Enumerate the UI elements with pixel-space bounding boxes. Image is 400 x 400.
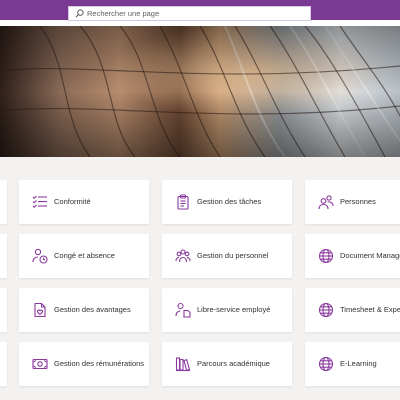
suite-bar — [0, 0, 400, 26]
person-clock-icon — [32, 248, 48, 264]
checklist-icon — [32, 195, 47, 208]
tile-gestion-des-taches[interactable]: Gestion des tâches — [162, 180, 292, 224]
tile-label: Libre-service employé — [197, 305, 271, 314]
search-icon — [75, 9, 84, 18]
tile-label: Gestion des tâches — [197, 197, 262, 206]
tile-label: Gestion du personnel — [197, 251, 269, 260]
search-input[interactable] — [84, 9, 287, 18]
people-group-icon — [175, 249, 191, 263]
tile-parcours-academique[interactable]: Parcours académique — [162, 342, 292, 386]
hero-banner — [0, 26, 400, 157]
person-document-icon — [175, 302, 191, 318]
tile-label: E-Learning — [340, 359, 377, 368]
tile-libre-service-employe[interactable]: Libre-service employé — [162, 288, 292, 332]
tile-conge-et-absence[interactable]: Congé et absence — [19, 234, 149, 278]
globe-icon — [318, 302, 334, 318]
tile-partial-left — [0, 288, 7, 332]
tile-document-management[interactable]: Document Managem — [305, 234, 400, 278]
globe-icon — [318, 356, 334, 372]
tile-gestion-des-avantages[interactable]: Gestion des avantages — [19, 288, 149, 332]
tile-e-learning[interactable]: E-Learning — [305, 342, 400, 386]
tile-label: Gestion des rémunérations — [54, 359, 145, 368]
tile-partial-left — [0, 180, 7, 224]
globe-icon — [318, 248, 334, 264]
books-icon — [175, 357, 191, 372]
tile-label: Congé et absence — [54, 251, 115, 260]
search-box[interactable] — [68, 6, 311, 21]
clipboard-icon — [177, 194, 189, 210]
money-icon — [32, 358, 48, 370]
tile-label: Conformité — [54, 197, 91, 206]
tile-gestion-du-personnel[interactable]: Gestion du personnel — [162, 234, 292, 278]
document-heart-icon — [34, 302, 46, 318]
tile-label: Personnes — [340, 197, 376, 206]
tile-label: Gestion des avantages — [54, 305, 131, 314]
tile-label: Parcours académique — [197, 359, 270, 368]
tile-partial-left — [0, 234, 7, 278]
tile-label: Timesheet & Expens — [340, 305, 400, 314]
tile-conformite[interactable]: Conformité — [19, 180, 149, 224]
tile-gestion-des-remunerations[interactable]: Gestion des rémunérations — [19, 342, 149, 386]
tile-label: Document Managem — [340, 251, 400, 260]
tile-timesheet-expense[interactable]: Timesheet & Expens — [305, 288, 400, 332]
tile-personnes[interactable]: Personnes — [305, 180, 400, 224]
hero-image — [0, 26, 400, 157]
people-icon — [318, 195, 334, 210]
tiles-grid: Conformité Gestion des tâches Personnes … — [0, 157, 400, 400]
tile-partial-left — [0, 342, 7, 386]
